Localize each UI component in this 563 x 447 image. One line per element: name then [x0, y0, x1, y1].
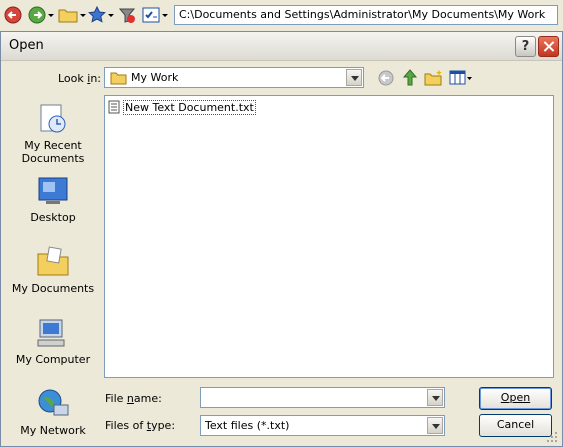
places-bar: My Recent Documents Desktop My Documents… [10, 94, 96, 437]
folder-icon[interactable] [58, 5, 86, 25]
resize-grip-icon[interactable] [545, 430, 559, 444]
list-item[interactable]: New Text Document.txt [108, 99, 256, 115]
recent-documents-icon [36, 102, 70, 136]
favorites-star-icon[interactable] [88, 5, 114, 25]
toolbar: C:\Documents and Settings\Administrator\… [0, 0, 563, 30]
filter-icon[interactable] [118, 5, 136, 25]
checklist-icon[interactable] [142, 5, 168, 25]
chevron-down-icon[interactable] [346, 69, 362, 86]
up-folder-icon[interactable] [401, 68, 419, 88]
place-label: My Computer [15, 353, 91, 366]
place-my-computer[interactable]: My Computer [10, 316, 96, 366]
address-bar[interactable]: C:\Documents and Settings\Administrator\… [174, 5, 558, 25]
close-button[interactable] [538, 36, 559, 57]
back-button-icon[interactable] [377, 69, 395, 87]
place-recent-documents[interactable]: My Recent Documents [10, 102, 96, 165]
place-label: Desktop [30, 211, 76, 224]
look-in-value: My Work [131, 71, 179, 84]
place-desktop[interactable]: Desktop [10, 174, 96, 224]
file-list[interactable]: New Text Document.txt [104, 95, 554, 378]
chevron-down-icon[interactable] [427, 389, 443, 406]
files-of-type-select[interactable]: Text files (*.txt) [200, 415, 445, 436]
desktop-icon [36, 174, 70, 208]
view-menu-icon[interactable] [449, 69, 473, 87]
file-name: New Text Document.txt [123, 99, 256, 115]
text-file-icon [108, 100, 120, 114]
help-button[interactable]: ? [515, 36, 536, 57]
my-network-icon [36, 387, 70, 421]
place-my-documents[interactable]: My Documents [10, 245, 96, 295]
place-label: My Recent Documents [21, 139, 85, 165]
place-label: My Documents [11, 282, 95, 295]
files-of-type-label: Files of type: [105, 419, 176, 432]
look-in-label: Look in: [58, 72, 102, 85]
dialog-titlebar: Open ? [1, 32, 562, 61]
open-button[interactable]: Open [479, 387, 552, 410]
my-documents-icon [36, 245, 70, 279]
look-in-combo[interactable]: My Work [104, 67, 364, 88]
forward-icon[interactable] [28, 5, 54, 25]
cancel-button[interactable]: Cancel [479, 414, 552, 437]
chevron-down-icon[interactable] [427, 417, 443, 434]
dialog-title: Open [9, 38, 44, 53]
open-dialog: Open ? Look in: My Work My Recent Docume… [0, 31, 563, 447]
back-icon[interactable] [4, 5, 22, 25]
new-folder-icon[interactable] [424, 69, 444, 87]
folder-icon [110, 72, 127, 85]
place-my-network[interactable]: My Network [10, 387, 96, 437]
file-name-input[interactable] [200, 387, 445, 408]
my-computer-icon [36, 316, 70, 350]
file-name-label: File name: [105, 392, 162, 405]
files-of-type-value: Text files (*.txt) [205, 419, 290, 432]
place-label: My Network [20, 424, 86, 437]
open-button-label: Open [500, 391, 531, 404]
